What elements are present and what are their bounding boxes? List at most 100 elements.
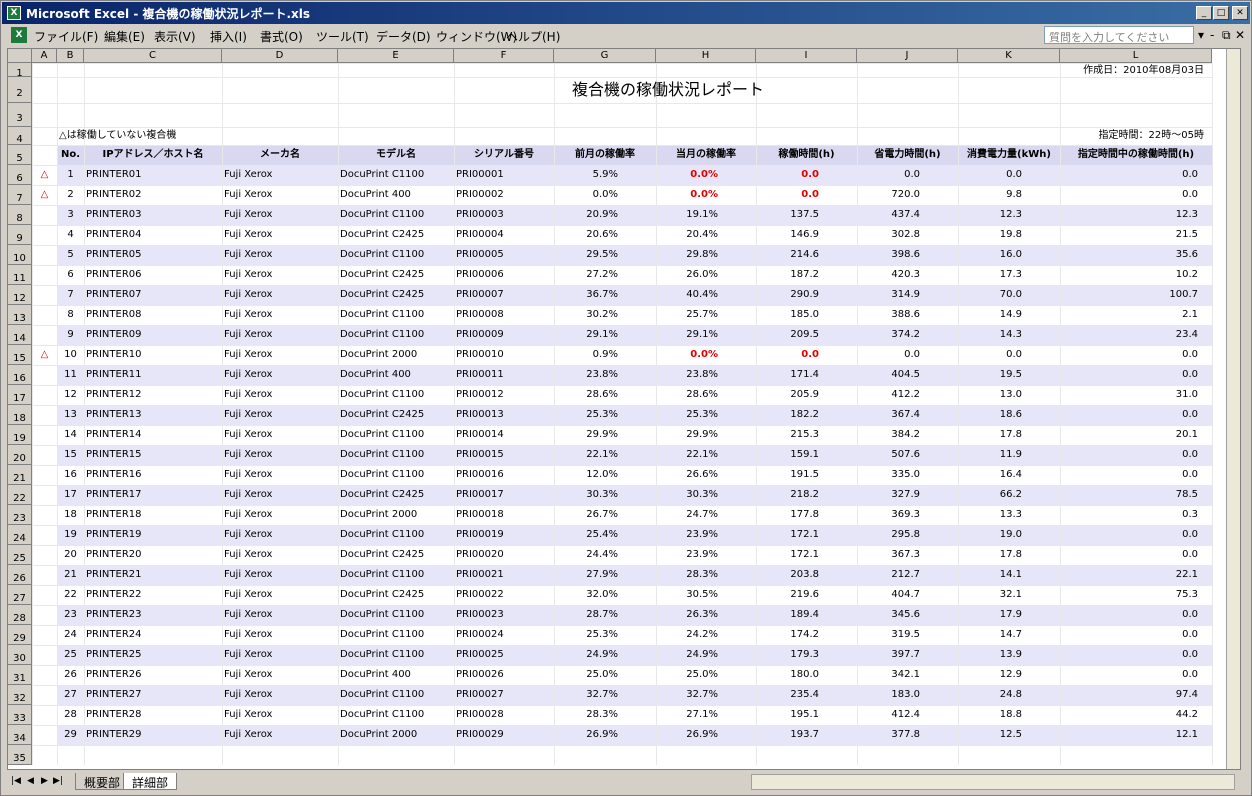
maximize-button[interactable]: □ <box>1213 6 1229 20</box>
cell-maker[interactable]: Fuji Xerox <box>222 705 338 725</box>
cell-host[interactable]: PRINTER05 <box>84 245 222 265</box>
cell-maker[interactable]: Fuji Xerox <box>222 365 338 385</box>
cell-serial[interactable]: PRI00018 <box>454 505 554 525</box>
cell-serial[interactable]: PRI00029 <box>454 725 554 745</box>
column-header-B[interactable]: B <box>57 49 84 63</box>
cell-night[interactable]: 78.5 <box>1060 485 1212 505</box>
cell-maker[interactable]: Fuji Xerox <box>222 485 338 505</box>
row-header[interactable]: 8 <box>8 205 32 225</box>
row-header[interactable]: 25 <box>8 545 32 565</box>
next-sheet-icon[interactable]: ▶ <box>41 776 48 786</box>
cell-mark[interactable] <box>32 305 57 325</box>
cell-prev[interactable]: 22.1% <box>554 445 656 465</box>
cell-curr[interactable]: 30.5% <box>656 585 756 605</box>
cell-mark[interactable] <box>32 705 57 725</box>
cell-curr[interactable]: 26.0% <box>656 265 756 285</box>
menu-item-1[interactable]: 編集(E) <box>104 28 145 45</box>
cell-maker[interactable]: Fuji Xerox <box>222 685 338 705</box>
cell-save[interactable]: 0.0 <box>857 165 958 185</box>
cell-power[interactable]: 70.0 <box>958 285 1060 305</box>
cell-host[interactable]: PRINTER03 <box>84 205 222 225</box>
cell-no[interactable]: 29 <box>57 725 84 745</box>
column-header-K[interactable]: K <box>958 49 1060 63</box>
cell-mark[interactable] <box>32 265 57 285</box>
cell-prev[interactable]: 0.0% <box>554 185 656 205</box>
cell-save[interactable]: 412.2 <box>857 385 958 405</box>
cell-mark[interactable] <box>32 365 57 385</box>
cell-host[interactable]: PRINTER24 <box>84 625 222 645</box>
row-header[interactable]: 1 <box>8 63 32 79</box>
row-header[interactable]: 16 <box>8 365 32 385</box>
cell-mark[interactable] <box>32 545 57 565</box>
column-header-F[interactable]: F <box>454 49 554 63</box>
cell-host[interactable]: PRINTER11 <box>84 365 222 385</box>
cell-no[interactable]: 14 <box>57 425 84 445</box>
column-label-4[interactable]: シリアル番号 <box>454 145 554 165</box>
cell-save[interactable]: 183.0 <box>857 685 958 705</box>
row-header[interactable]: 3 <box>8 103 32 127</box>
cell-model[interactable]: DocuPrint C1100 <box>338 605 454 625</box>
cell-maker[interactable]: Fuji Xerox <box>222 725 338 745</box>
cell-no[interactable]: 12 <box>57 385 84 405</box>
column-label-1[interactable]: IPアドレス／ホスト名 <box>84 145 222 165</box>
cell-hours[interactable]: 172.1 <box>756 545 857 565</box>
cell-night[interactable]: 0.0 <box>1060 365 1212 385</box>
cell-serial[interactable]: PRI00023 <box>454 605 554 625</box>
cell-mark[interactable] <box>32 445 57 465</box>
cell-prev[interactable]: 30.3% <box>554 485 656 505</box>
cell-mark[interactable] <box>32 245 57 265</box>
cell-night[interactable]: 0.0 <box>1060 665 1212 685</box>
cell-maker[interactable]: Fuji Xerox <box>222 205 338 225</box>
cell-serial[interactable]: PRI00015 <box>454 445 554 465</box>
cell-save[interactable]: 374.2 <box>857 325 958 345</box>
cell-hours[interactable]: 214.6 <box>756 245 857 265</box>
cell-mark[interactable] <box>32 665 57 685</box>
minimize-button[interactable]: _ <box>1196 6 1212 20</box>
cell-mark[interactable] <box>32 465 57 485</box>
cell-save[interactable]: 398.6 <box>857 245 958 265</box>
cell-model[interactable]: DocuPrint C1100 <box>338 325 454 345</box>
horizontal-scrollbar[interactable] <box>751 774 1235 790</box>
cell-power[interactable]: 32.1 <box>958 585 1060 605</box>
cell-mark[interactable] <box>32 525 57 545</box>
cell-hours[interactable]: 177.8 <box>756 505 857 525</box>
cell-host[interactable]: PRINTER22 <box>84 585 222 605</box>
cell-hours[interactable]: 235.4 <box>756 685 857 705</box>
cell-save[interactable]: 377.8 <box>857 725 958 745</box>
cell-no[interactable]: 21 <box>57 565 84 585</box>
row-header[interactable]: 35 <box>8 745 32 765</box>
cell-night[interactable]: 97.4 <box>1060 685 1212 705</box>
cell-prev[interactable]: 30.2% <box>554 305 656 325</box>
column-label-0[interactable]: No. <box>57 145 84 165</box>
cell-no[interactable]: 16 <box>57 465 84 485</box>
row-header[interactable]: 15 <box>8 345 32 365</box>
cell-power[interactable]: 0.0 <box>958 165 1060 185</box>
cell-model[interactable]: DocuPrint 2000 <box>338 345 454 365</box>
cell-night[interactable]: 0.0 <box>1060 525 1212 545</box>
cell-maker[interactable]: Fuji Xerox <box>222 585 338 605</box>
row-header[interactable]: 32 <box>8 685 32 705</box>
column-label-8[interactable]: 省電力時間(h) <box>857 145 958 165</box>
cell-save[interactable]: 369.3 <box>857 505 958 525</box>
cell-curr[interactable]: 0.0% <box>656 165 756 185</box>
cell-hours[interactable]: 174.2 <box>756 625 857 645</box>
cell-prev[interactable]: 26.7% <box>554 505 656 525</box>
cell-no[interactable]: 24 <box>57 625 84 645</box>
cell-hours[interactable]: 290.9 <box>756 285 857 305</box>
cell-serial[interactable]: PRI00016 <box>454 465 554 485</box>
cell-mark[interactable] <box>32 285 57 305</box>
menu-item-2[interactable]: 表示(V) <box>154 28 196 45</box>
cell-model[interactable]: DocuPrint 400 <box>338 665 454 685</box>
cell-curr[interactable]: 30.3% <box>656 485 756 505</box>
cell-curr[interactable]: 20.4% <box>656 225 756 245</box>
vertical-scrollbar[interactable] <box>1226 49 1240 769</box>
time-range[interactable]: 指定時間：22時～05時 <box>1008 127 1204 145</box>
cell-maker[interactable]: Fuji Xerox <box>222 405 338 425</box>
cell-prev[interactable]: 23.8% <box>554 365 656 385</box>
cell-night[interactable]: 10.2 <box>1060 265 1212 285</box>
cell-night[interactable]: 44.2 <box>1060 705 1212 725</box>
cell-serial[interactable]: PRI00027 <box>454 685 554 705</box>
cell-host[interactable]: PRINTER04 <box>84 225 222 245</box>
cell-save[interactable]: 302.8 <box>857 225 958 245</box>
cell-power[interactable]: 14.1 <box>958 565 1060 585</box>
